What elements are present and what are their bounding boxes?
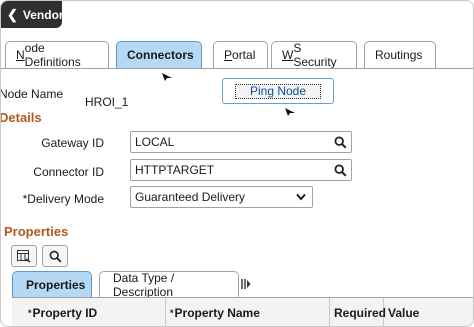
back-button[interactable]: ❮ Vendor — [1, 1, 64, 28]
chevron-down-icon — [296, 193, 306, 201]
tab-label: S Security — [293, 41, 337, 69]
tab-label: ortal — [232, 48, 256, 62]
properties-grid-header: * Property ID * Property Name Required Val… — [12, 297, 473, 326]
ping-node-button[interactable]: Ping Node — [235, 84, 321, 99]
back-button-label: Vendor — [22, 7, 64, 22]
tab-accesskey: N — [16, 48, 25, 62]
grid-tab-properties[interactable]: Properties — [12, 271, 92, 297]
delivery-mode-select[interactable]: Guaranteed Delivery — [130, 186, 313, 208]
grid-view-button[interactable] — [11, 245, 37, 267]
tab-label: Routings — [375, 48, 423, 62]
required-marker: * — [170, 308, 174, 318]
search-icon — [49, 250, 61, 262]
tab-label: Connectors — [127, 48, 194, 62]
tab-divider — [1, 68, 473, 69]
connector-id-label: Connector ID — [33, 165, 104, 179]
grid-tabs: Properties Data Type / Description — [12, 271, 239, 299]
grid-tab-data-type[interactable]: Data Type / Description — [99, 271, 239, 299]
page-tabs: Node Definitions Connectors Portal WS Se… — [5, 41, 436, 69]
column-value[interactable]: Value — [384, 298, 473, 326]
properties-section-title: Properties — [4, 224, 69, 239]
column-label: Required — [334, 306, 387, 320]
column-expand-icon[interactable] — [241, 278, 251, 290]
column-label: Value — [388, 306, 420, 320]
gateway-id-field[interactable]: LOCAL — [130, 131, 352, 153]
column-label: Property ID — [32, 306, 98, 320]
column-property-id[interactable]: * Property ID — [12, 298, 166, 326]
delivery-mode-value: Guaranteed Delivery — [135, 190, 246, 204]
tab-routings[interactable]: Routings — [364, 41, 436, 68]
node-name-label: Node Name — [0, 87, 64, 101]
column-required[interactable]: Required — [330, 298, 387, 326]
column-label: Property Name — [174, 306, 260, 320]
tab-accesskey: W — [282, 48, 294, 62]
gateway-search-icon[interactable] — [330, 132, 350, 152]
tab-ws-security[interactable]: WS Security — [271, 41, 357, 69]
mouse-pointer-icon — [285, 108, 295, 116]
tab-accesskey: P — [224, 48, 233, 62]
column-property-name[interactable]: * Property Name — [166, 298, 330, 326]
chevron-left-icon: ❮ — [7, 7, 18, 22]
grid-view-icon — [17, 249, 31, 263]
tab-label: ode Definitions — [24, 41, 81, 69]
node-name-value: HROI_1 — [85, 95, 129, 109]
required-marker: * — [28, 308, 32, 318]
connector-search-icon[interactable] — [330, 160, 350, 180]
gateway-id-label: Gateway ID — [41, 136, 104, 150]
mouse-pointer-icon — [162, 73, 172, 81]
tab-node-definitions[interactable]: Node Definitions — [5, 41, 109, 69]
ping-node-frame: Ping Node — [222, 78, 334, 104]
grid-search-button[interactable] — [42, 245, 68, 267]
details-section-title: Details — [0, 110, 42, 125]
tab-portal[interactable]: Portal — [213, 41, 268, 68]
connector-id-field[interactable]: HTTPTARGET — [130, 159, 352, 181]
page-frame: ❮ Vendor Node Definitions Connectors Por… — [0, 0, 474, 327]
delivery-mode-label: *Delivery Mode — [22, 192, 104, 206]
tab-connectors[interactable]: Connectors — [116, 41, 202, 68]
